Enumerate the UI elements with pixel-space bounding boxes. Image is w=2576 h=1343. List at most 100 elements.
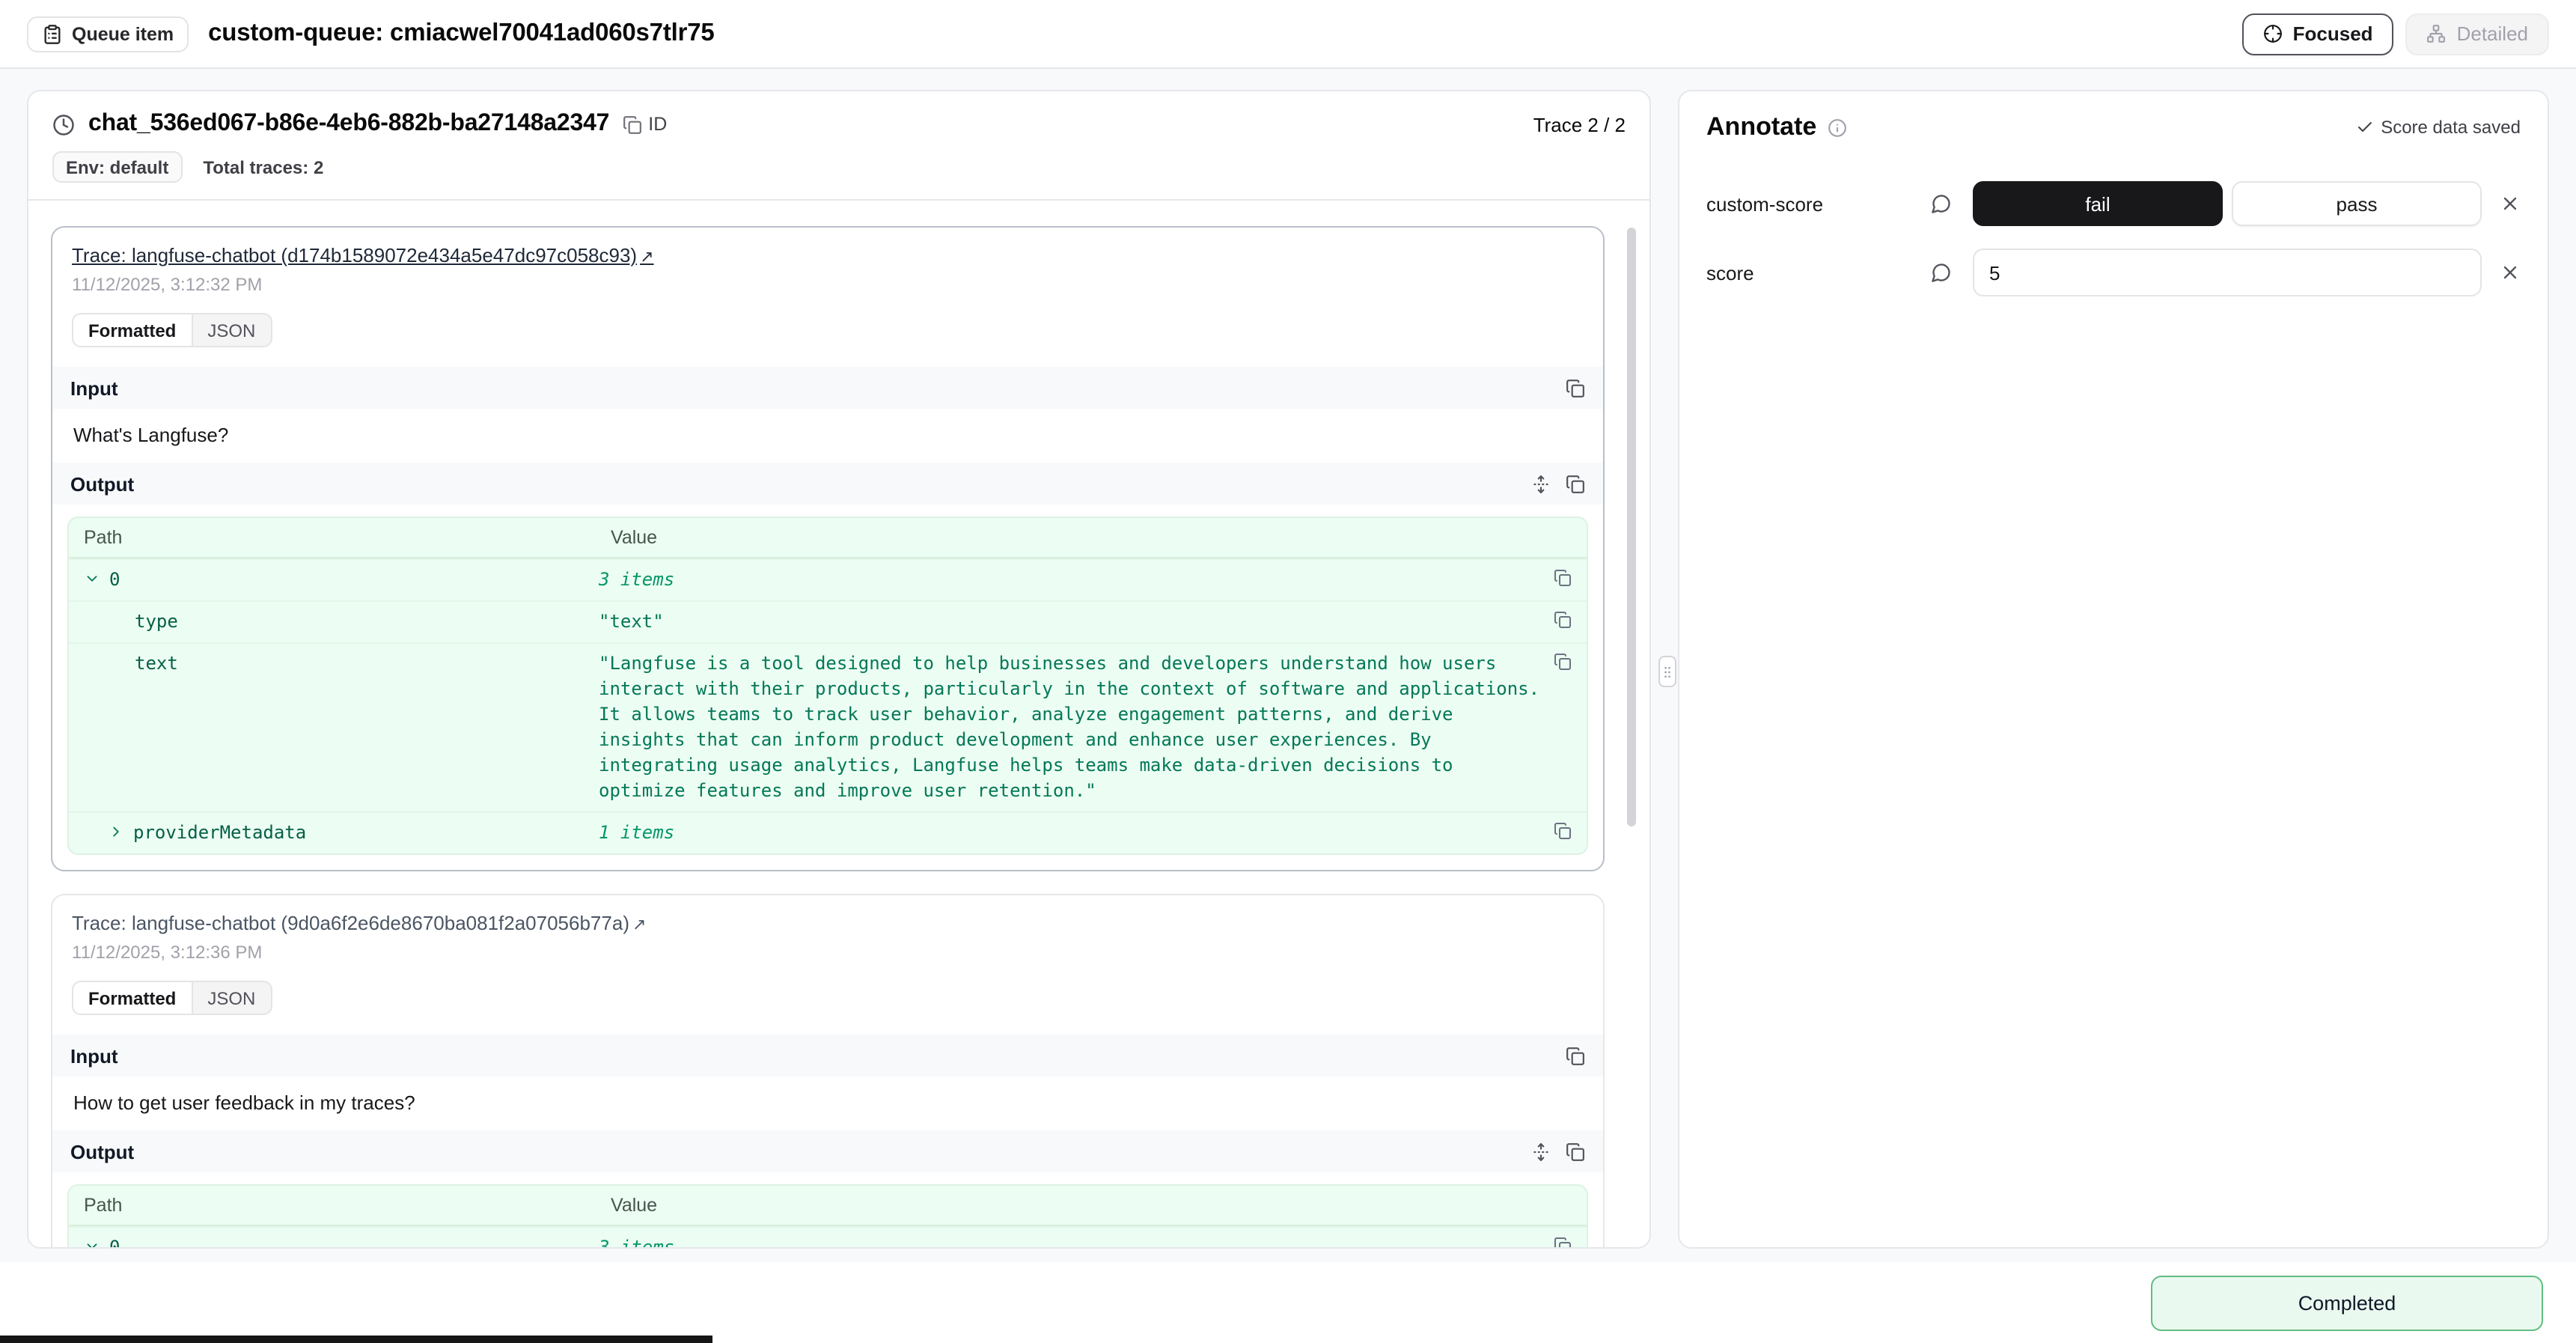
panel-resize-handle[interactable] xyxy=(1658,656,1676,687)
comment-icon[interactable] xyxy=(1931,193,1952,214)
clear-score-button[interactable] xyxy=(2500,262,2521,283)
copy-row-button[interactable] xyxy=(1554,653,1572,804)
main-content: chat_536ed067-b86e-4eb6-882b-ba27148a234… xyxy=(0,69,2576,1262)
trace-card-header: Trace: langfuse-chatbot (d174b1589072e43… xyxy=(52,228,1603,295)
focused-view-button[interactable]: Focused xyxy=(2242,13,2394,55)
trace-card-header: Trace: langfuse-chatbot (9d0a6f2e6de8670… xyxy=(52,895,1603,963)
unfold-icon xyxy=(1531,1142,1551,1161)
score-option-fail[interactable]: fail xyxy=(1973,181,2223,226)
copy-icon xyxy=(1566,378,1585,398)
copy-row-button[interactable] xyxy=(1554,569,1572,593)
score-row: score xyxy=(1706,247,2521,298)
focused-view-label: Focused xyxy=(2293,22,2373,45)
copy-input-button[interactable] xyxy=(1566,1046,1585,1065)
json-table-header: Path Value xyxy=(69,1186,1587,1226)
total-traces-label: Total traces: 2 xyxy=(203,156,323,177)
tab-json[interactable]: JSON xyxy=(192,981,272,1015)
save-status: Score data saved xyxy=(2355,117,2521,138)
trace-panel: chat_536ed067-b86e-4eb6-882b-ba27148a234… xyxy=(27,90,1651,1249)
json-key: 0 xyxy=(109,567,120,593)
copy-row-button[interactable] xyxy=(1554,1237,1572,1247)
score-row: custom-score fail pass xyxy=(1706,178,2521,229)
chevron-down-icon[interactable] xyxy=(84,1238,100,1247)
value-column-header: Value xyxy=(596,518,1587,557)
trace-card: Trace: langfuse-chatbot (9d0a6f2e6de8670… xyxy=(51,894,1605,1247)
top-bar: Queue item custom-queue: cmiacwel70041ad… xyxy=(0,0,2576,69)
detailed-view-label: Detailed xyxy=(2457,22,2528,45)
external-link-icon: ↗ xyxy=(640,249,653,267)
chevron-right-icon[interactable] xyxy=(108,823,124,840)
annotate-panel: Annotate Score data saved custom-score f… xyxy=(1678,90,2549,1249)
json-row[interactable]: providerMetadata 1 items xyxy=(69,811,1587,853)
copy-id-button[interactable]: ID xyxy=(623,114,667,135)
copy-row-button[interactable] xyxy=(1554,822,1572,846)
output-json-table: Path Value 0 3 items type "text" text xyxy=(67,517,1588,855)
copy-icon xyxy=(1554,1237,1572,1247)
output-section-header: Output xyxy=(52,463,1603,505)
footer-bar: Completed xyxy=(0,1262,2576,1343)
output-label: Output xyxy=(70,1140,134,1163)
copy-input-button[interactable] xyxy=(1566,378,1585,398)
queue-item-icon xyxy=(42,23,63,44)
json-key: text xyxy=(135,651,178,677)
tab-formatted[interactable]: Formatted xyxy=(72,313,192,347)
copy-output-button[interactable] xyxy=(1566,1142,1585,1161)
clear-score-button[interactable] xyxy=(2500,193,2521,214)
completed-button[interactable]: Completed xyxy=(2151,1275,2543,1330)
score-name: custom-score xyxy=(1706,192,1931,215)
copy-row-button[interactable] xyxy=(1554,611,1572,635)
json-row[interactable]: type "text" xyxy=(69,600,1587,642)
tab-formatted[interactable]: Formatted xyxy=(72,981,192,1015)
trace-counter: Trace 2 / 2 xyxy=(1533,113,1626,135)
score-value-input[interactable] xyxy=(1973,249,2482,296)
json-table-header: Path Value xyxy=(69,518,1587,558)
trace-link[interactable]: Trace: langfuse-chatbot (d174b1589072e43… xyxy=(72,244,654,267)
json-key: providerMetadata xyxy=(133,820,306,846)
page-title: custom-queue: cmiacwel70041ad060s7tlr75 xyxy=(208,19,714,48)
trace-panel-header: chat_536ed067-b86e-4eb6-882b-ba27148a234… xyxy=(28,91,1649,201)
trace-timestamp: 11/12/2025, 3:12:32 PM xyxy=(72,274,1584,295)
save-status-label: Score data saved xyxy=(2381,117,2521,138)
crosshair-icon xyxy=(2263,24,2283,43)
input-label: Input xyxy=(70,377,118,399)
view-toggle-group: Focused Detailed xyxy=(2242,13,2549,55)
trace-card: Trace: langfuse-chatbot (d174b1589072e43… xyxy=(51,226,1605,871)
network-icon xyxy=(2427,24,2447,43)
input-section-header: Input xyxy=(52,1035,1603,1076)
horizontal-scrollbar-thumb[interactable] xyxy=(0,1336,712,1343)
copy-icon xyxy=(623,115,642,134)
expand-output-button[interactable] xyxy=(1531,474,1551,493)
copy-icon xyxy=(1566,474,1585,493)
tab-json[interactable]: JSON xyxy=(192,313,272,347)
copy-icon xyxy=(1566,1142,1585,1161)
chevron-down-icon[interactable] xyxy=(84,570,100,587)
copy-icon xyxy=(1554,569,1572,587)
queue-item-badge: Queue item xyxy=(27,16,189,52)
json-value: 3 items xyxy=(599,1235,1542,1247)
copy-icon xyxy=(1554,822,1572,840)
output-section-header: Output xyxy=(52,1130,1603,1172)
path-column-header: Path xyxy=(69,1186,596,1225)
json-value: 1 items xyxy=(599,820,1542,846)
copy-output-button[interactable] xyxy=(1566,474,1585,493)
trace-link-label: Trace: langfuse-chatbot (9d0a6f2e6de8670… xyxy=(72,912,629,934)
clock-icon xyxy=(52,113,75,135)
expand-output-button[interactable] xyxy=(1531,1142,1551,1161)
copy-icon xyxy=(1566,1046,1585,1065)
trace-link[interactable]: Trace: langfuse-chatbot (9d0a6f2e6de8670… xyxy=(72,912,646,934)
score-options: fail pass xyxy=(1973,181,2482,226)
path-column-header: Path xyxy=(69,518,596,557)
json-row[interactable]: 0 3 items xyxy=(69,1226,1587,1247)
json-row[interactable]: text "Langfuse is a tool designed to hel… xyxy=(69,642,1587,811)
info-icon[interactable] xyxy=(1827,118,1846,137)
json-row[interactable]: 0 3 items xyxy=(69,558,1587,600)
format-tabs: Formatted JSON xyxy=(72,981,272,1015)
output-json-table: Path Value 0 3 items xyxy=(67,1184,1588,1247)
external-link-icon: ↗ xyxy=(632,916,646,934)
score-option-pass[interactable]: pass xyxy=(2232,181,2482,226)
detailed-view-button[interactable]: Detailed xyxy=(2406,13,2549,55)
json-value: "Langfuse is a tool designed to help bus… xyxy=(599,651,1542,804)
annotate-title: Annotate xyxy=(1706,112,1816,142)
comment-icon[interactable] xyxy=(1931,262,1952,283)
vertical-scrollbar[interactable] xyxy=(1627,228,1636,826)
